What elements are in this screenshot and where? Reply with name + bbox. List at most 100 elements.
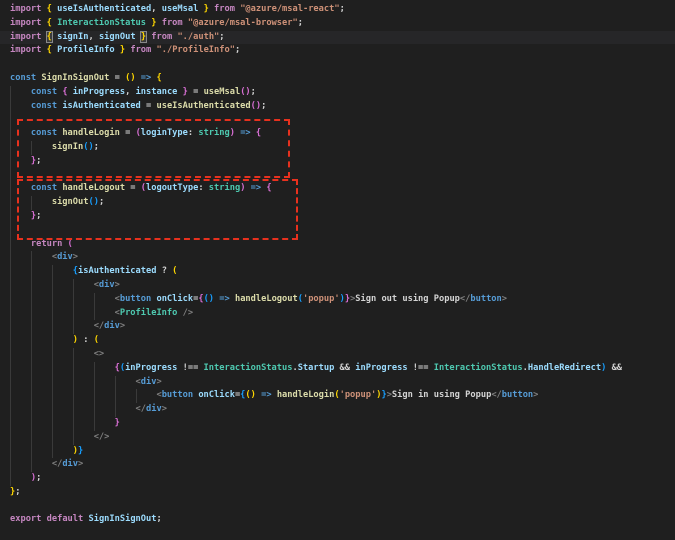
indent-guide [52, 320, 53, 334]
code-token: signIn [52, 142, 83, 152]
indent-guide [10, 320, 11, 334]
code-token: ; [251, 87, 256, 97]
indent-guide [10, 182, 11, 196]
indent-guide [10, 265, 11, 279]
code-token: from [151, 32, 172, 42]
code-token: import [10, 4, 41, 14]
code-line[interactable]: const SignInSignOut = () => { [0, 72, 675, 86]
code-line[interactable]: ); [0, 472, 675, 486]
code-token: > [533, 390, 538, 400]
code-line[interactable]: const isAuthenticated = useIsAuthenticat… [0, 100, 675, 114]
code-line[interactable]: }; [0, 486, 675, 500]
code-line[interactable] [0, 113, 675, 127]
code-line[interactable]: import { ProfileInfo } from "./ProfileIn… [0, 44, 675, 58]
code-line[interactable]: const handleLogout = (logoutType: string… [0, 182, 675, 196]
code-token: ; [36, 211, 41, 221]
indent-guide [52, 334, 53, 348]
code-token: > [78, 459, 83, 469]
code-line[interactable]: }; [0, 210, 675, 224]
indent-guide [73, 307, 74, 321]
code-area[interactable]: import { useIsAuthenticated, useMsal } f… [0, 3, 675, 527]
code-line[interactable]: }; [0, 155, 675, 169]
code-line[interactable]: import { signIn, signOut } from "./auth"… [0, 31, 675, 45]
code-token: > [156, 377, 161, 387]
code-line[interactable]: } [0, 417, 675, 431]
code-token: isAuthenticated [62, 101, 140, 111]
code-token: ; [99, 197, 104, 207]
code-line[interactable]: return ( [0, 238, 675, 252]
indent-guide [52, 362, 53, 376]
code-line[interactable]: <div> [0, 251, 675, 265]
code-line[interactable] [0, 224, 675, 238]
code-token: signOut [99, 32, 136, 42]
code-line[interactable]: signIn(); [0, 141, 675, 155]
code-token: </ [52, 459, 62, 469]
code-token [10, 87, 31, 97]
indent-guide [10, 445, 11, 459]
indent-guide [73, 417, 74, 431]
indent-guide [10, 389, 11, 403]
code-token: "./ProfileInfo" [157, 45, 235, 55]
code-line[interactable]: export default SignInSignOut; [0, 513, 675, 527]
code-line[interactable]: </div> [0, 403, 675, 417]
indent-guide [10, 472, 11, 486]
code-line[interactable]: import { useIsAuthenticated, useMsal } f… [0, 3, 675, 17]
code-editor[interactable]: import { useIsAuthenticated, useMsal } f… [0, 0, 675, 540]
indent-guide [31, 293, 32, 307]
code-token: button [470, 294, 501, 304]
indent-guide [31, 141, 32, 155]
code-token: && [606, 363, 622, 373]
code-line[interactable] [0, 169, 675, 183]
code-line[interactable]: <> [0, 348, 675, 362]
code-line[interactable]: <ProfileInfo /> [0, 307, 675, 321]
code-line[interactable]: <div> [0, 279, 675, 293]
code-token: handleLogout [235, 294, 298, 304]
code-line[interactable]: </div> [0, 458, 675, 472]
code-token: ; [94, 142, 99, 152]
code-line[interactable]: </> [0, 431, 675, 445]
code-line[interactable] [0, 58, 675, 72]
code-line[interactable]: {isAuthenticated ? ( [0, 265, 675, 279]
indent-guide [10, 403, 11, 417]
code-token: signOut [52, 197, 89, 207]
code-line[interactable]: <div> [0, 376, 675, 390]
indent-guide [31, 334, 32, 348]
code-token: return [31, 239, 62, 249]
code-token: SignInSignOut [41, 73, 109, 83]
indent-guide [73, 403, 74, 417]
code-line[interactable]: const { inProgress, instance } = useMsal… [0, 86, 675, 100]
code-line[interactable] [0, 500, 675, 514]
code-line[interactable]: </div> [0, 320, 675, 334]
code-token: ProfileInfo [120, 308, 178, 318]
indent-guide [10, 141, 11, 155]
code-line[interactable]: ) : ( [0, 334, 675, 348]
code-token: ProfileInfo [57, 45, 115, 55]
code-token: : [78, 335, 94, 345]
code-token: HandleRedirect [528, 363, 601, 373]
indent-guide [52, 376, 53, 390]
code-token: ( [172, 266, 177, 276]
code-token: ( [68, 239, 73, 249]
indent-guide [115, 376, 116, 390]
code-token: , [125, 87, 135, 97]
code-token: </ [94, 321, 104, 331]
code-token [10, 473, 31, 483]
code-token: import [10, 45, 41, 55]
indent-guide [10, 224, 11, 238]
code-line[interactable]: const handleLogin = (loginType: string) … [0, 127, 675, 141]
code-token: () [125, 73, 135, 83]
code-token: InteractionStatus [204, 363, 293, 373]
code-token: => [240, 128, 250, 138]
code-line[interactable]: <button onClick={() => handleLogin('popu… [0, 389, 675, 403]
code-token: handleLogin [277, 390, 335, 400]
code-line[interactable]: signOut(); [0, 196, 675, 210]
code-line[interactable]: import { InteractionStatus } from "@azur… [0, 17, 675, 31]
indent-guide [31, 458, 32, 472]
code-line[interactable]: {(inProgress !== InteractionStatus.Start… [0, 362, 675, 376]
code-token: 'popup' [340, 390, 377, 400]
code-token: } [78, 446, 83, 456]
code-line[interactable]: <button onClick={() => handleLogout('pop… [0, 293, 675, 307]
indent-guide [136, 389, 137, 403]
code-token [10, 183, 31, 193]
code-line[interactable]: )} [0, 445, 675, 459]
